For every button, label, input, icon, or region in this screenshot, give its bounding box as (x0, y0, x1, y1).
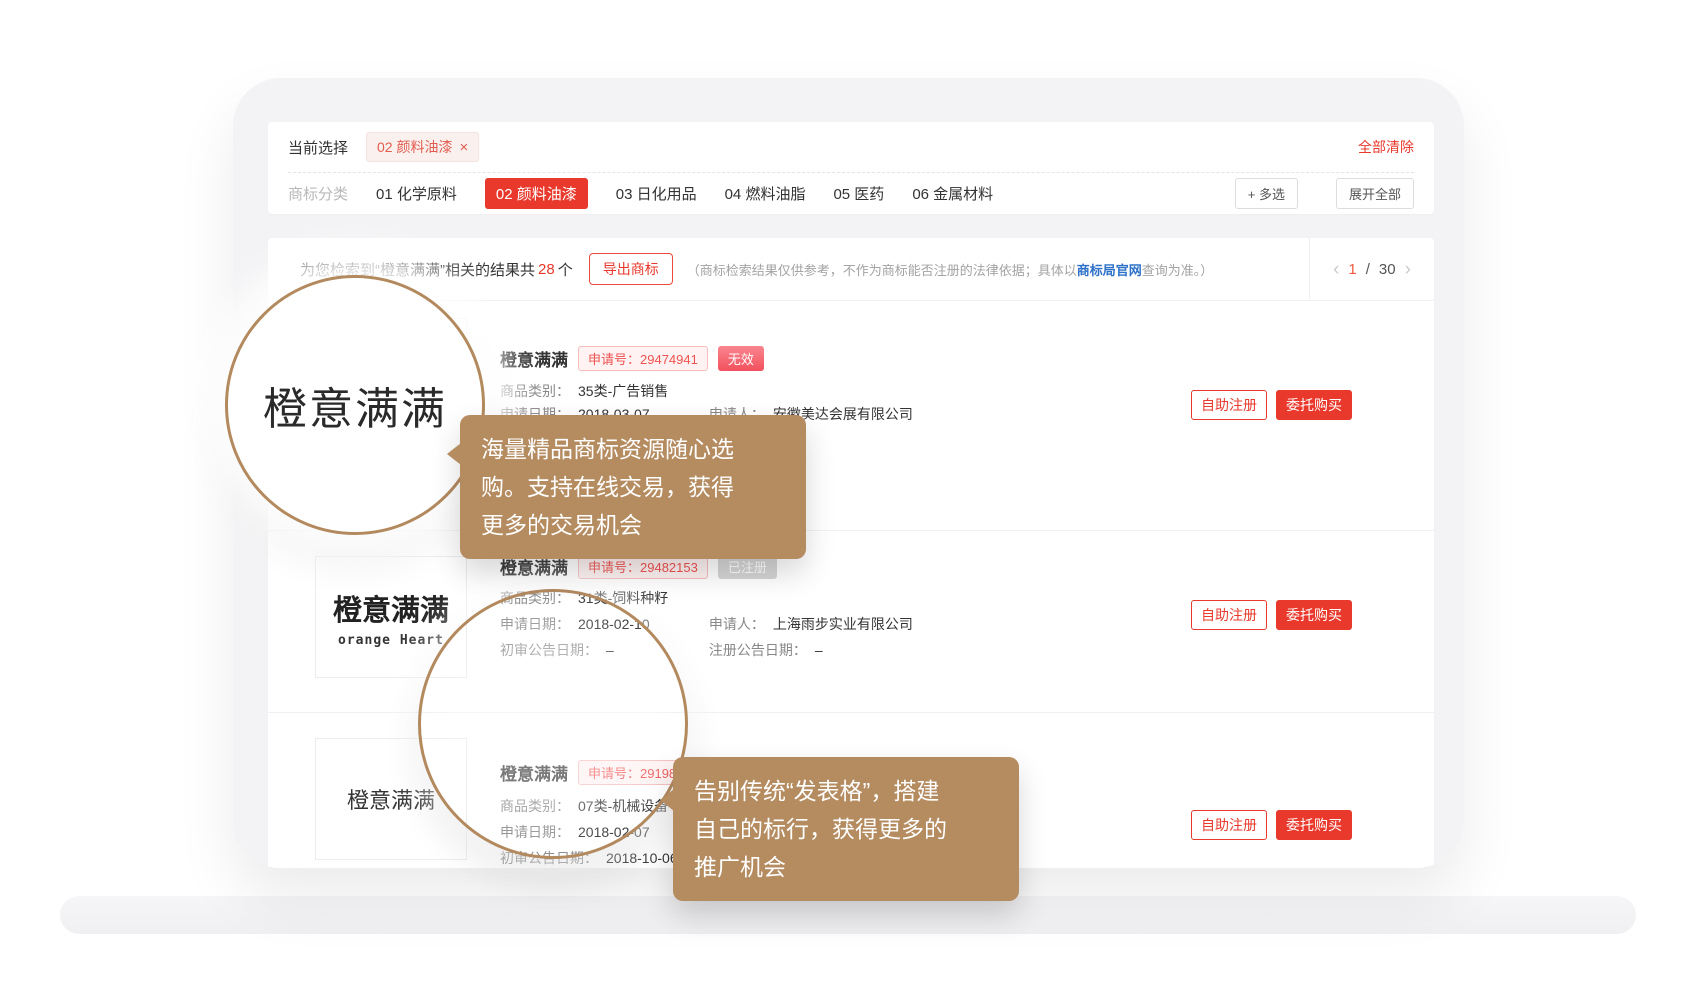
trademark-image-text: 橙意满满 (333, 587, 449, 629)
entrust-purchase-button[interactable]: 委托购买 (1276, 810, 1352, 840)
application-number-value: 29474941 (640, 352, 698, 367)
application-number-tag: 申请号：29474941 (578, 346, 708, 371)
magnifier-circle-1: 橙意满满 (225, 275, 485, 535)
trademark-title: 橙意满满 (500, 346, 568, 371)
category-item-06[interactable]: 06 金属材料 (912, 183, 993, 204)
application-number-value: 29482153 (640, 560, 698, 575)
tooltip-line: 自己的标行，获得更多的 (694, 810, 998, 848)
row-actions: 自助注册 委托购买 (1191, 600, 1352, 630)
magnified-trademark-text: 橙意满满 (263, 373, 447, 437)
multi-select-label: 多选 (1259, 187, 1285, 202)
filter-card: 当前选择 02 颜料油漆 × 全部清除 商标分类 01 化学原料 02 颜料油漆… (268, 122, 1434, 214)
trademark-image-text: 橙意满满 (347, 783, 435, 815)
results-summary: 为您检索到“橙意满满”相关的结果共28个 导出商标 （商标检索结果仅供参考，不作… (300, 238, 1213, 300)
magnifier-circle-2 (418, 589, 688, 859)
clear-all-button[interactable]: 全部清除 (1358, 137, 1414, 157)
selected-filter-chip[interactable]: 02 颜料油漆 × (366, 132, 479, 162)
reg-pub-value: – (815, 642, 823, 658)
tooltip-arrow-left-icon (660, 789, 674, 811)
applicant-label: 申请人： (709, 616, 765, 632)
self-register-button[interactable]: 自助注册 (1191, 600, 1267, 630)
category-line: 商品类别： 35类-广告销售 (500, 381, 668, 401)
plus-icon: + (1248, 187, 1256, 202)
export-trademarks-button[interactable]: 导出商标 (589, 253, 673, 285)
tooltip-marketplace: 海量精品商标资源随心选 购。支持在线交易，获得 更多的交易机会 (460, 415, 806, 559)
category-item-03[interactable]: 03 日化用品 (616, 183, 697, 204)
tooltip-line: 更多的交易机会 (481, 506, 785, 544)
next-page-icon[interactable]: › (1405, 260, 1411, 279)
first-pub-value: 2018-10-06 (606, 850, 678, 866)
entrust-purchase-button[interactable]: 委托购买 (1276, 600, 1352, 630)
reg-pub-label: 注册公告日期： (709, 642, 807, 658)
selected-filter-chip-label: 02 颜料油漆 (377, 137, 452, 157)
page-separator: / (1366, 261, 1370, 278)
tooltip-line: 购。支持在线交易，获得 (481, 468, 785, 506)
row-actions: 自助注册 委托购买 (1191, 810, 1352, 840)
expand-all-button[interactable]: 展开全部 (1336, 178, 1414, 209)
category-item-05[interactable]: 05 医药 (833, 183, 884, 204)
results-count: 28 (538, 261, 555, 278)
application-number-label: 申请号： (588, 560, 640, 575)
results-unit: 个 (558, 259, 573, 280)
category-item-01[interactable]: 01 化学原料 (376, 183, 457, 204)
status-badge: 无效 (718, 346, 764, 371)
category-row-label: 商标分类 (288, 183, 348, 204)
applicant-value: 上海雨步实业有限公司 (773, 616, 913, 632)
row-actions: 自助注册 委托购买 (1191, 390, 1352, 420)
self-register-button[interactable]: 自助注册 (1191, 810, 1267, 840)
trademark-image-subtext: orange Heart (338, 633, 444, 648)
category-item-04[interactable]: 04 燃料油脂 (725, 183, 806, 204)
category-row: 商标分类 01 化学原料 02 颜料油漆 03 日化用品 04 燃料油脂 05 … (288, 173, 1414, 214)
disclaimer-text: （商标检索结果仅供参考，不作为商标能否注册的法律依据；具体以商标局官网查询为准。… (687, 260, 1214, 279)
category-label: 商品类别： (500, 383, 570, 399)
tooltip-line: 推广机会 (694, 848, 998, 886)
current-selection-row: 当前选择 02 颜料油漆 × 全部清除 (288, 122, 1414, 172)
disclaimer-post: 查询为准。） (1142, 263, 1214, 278)
laptop-base (60, 896, 1636, 934)
summary-keyword: 橙意满满 (380, 259, 440, 280)
results-header: 为您检索到“橙意满满”相关的结果共28个 导出商标 （商标检索结果仅供参考，不作… (268, 238, 1434, 301)
tooltip-line: 告别传统“发表格”，搭建 (694, 772, 998, 810)
category-item-02-active[interactable]: 02 颜料油漆 (485, 178, 588, 209)
official-site-link[interactable]: 商标局官网 (1077, 263, 1142, 278)
total-pages: 30 (1379, 261, 1396, 278)
pagination: ‹ 1 / 30 › (1309, 238, 1434, 300)
category-value: 35类-广告销售 (578, 383, 668, 399)
application-number-label: 申请号： (588, 352, 640, 367)
close-icon[interactable]: × (459, 140, 468, 155)
prev-page-icon[interactable]: ‹ (1333, 260, 1339, 279)
summary-suffix: ”相关的结果共 (440, 259, 535, 280)
multi-select-button[interactable]: + 多选 (1235, 178, 1298, 209)
trademark-search-mockup: 当前选择 02 颜料油漆 × 全部清除 商标分类 01 化学原料 02 颜料油漆… (0, 0, 1696, 1002)
disclaimer-pre: （商标检索结果仅供参考，不作为商标能否注册的法律依据；具体以 (687, 263, 1077, 278)
tooltip-arrow-left-icon (447, 443, 461, 465)
current-page: 1 (1348, 261, 1356, 278)
tooltip-line: 海量精品商标资源随心选 (481, 430, 785, 468)
tooltip-promotion: 告别传统“发表格”，搭建 自己的标行，获得更多的 推广机会 (673, 757, 1019, 901)
current-selection-label: 当前选择 (288, 137, 348, 158)
entrust-purchase-button[interactable]: 委托购买 (1276, 390, 1352, 420)
self-register-button[interactable]: 自助注册 (1191, 390, 1267, 420)
